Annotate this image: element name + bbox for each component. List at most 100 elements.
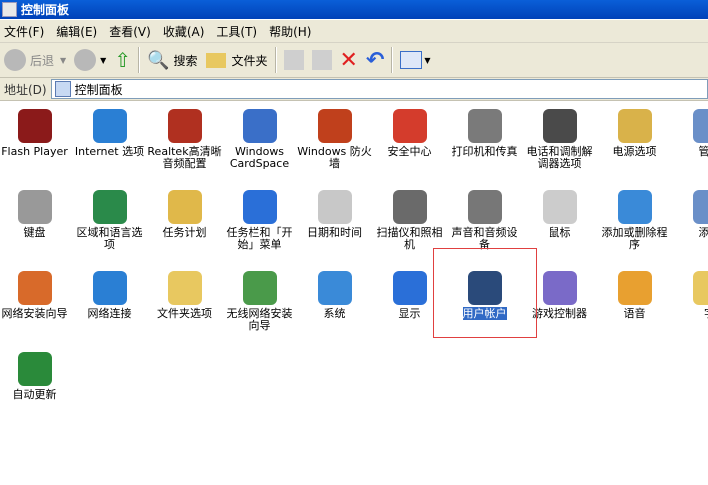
flash-icon — [17, 109, 52, 143]
menu-tools[interactable]: 工具(T) — [212, 23, 265, 40]
control-panel-item[interactable]: 电源选项 — [597, 103, 672, 158]
keyboard-icon — [17, 190, 52, 224]
fonts-folder-icon — [692, 271, 708, 305]
printer-icon — [467, 109, 502, 143]
shield-icon — [392, 109, 427, 143]
up-button[interactable]: ⇧ — [110, 46, 135, 74]
views-grid-icon — [400, 51, 423, 69]
menu-bar: 文件(F) 编辑(E) 查看(V) 收藏(A) 工具(T) 帮助(H) — [0, 20, 708, 43]
scanner-icon — [392, 190, 427, 224]
control-panel-item-label: 游戏控制器 — [532, 307, 587, 320]
control-panel-item-label: Flash Player — [1, 145, 68, 158]
control-panel-icon — [2, 2, 17, 17]
control-panel-item-label: 系统 — [323, 307, 346, 320]
firewall-icon — [317, 109, 352, 143]
back-button[interactable]: 后退 ▼ — [0, 46, 70, 74]
control-panel-item-label: 语音 — [623, 307, 646, 320]
forward-dropdown-icon[interactable]: ▼ — [100, 56, 106, 65]
system-icon — [317, 271, 352, 305]
region-globe-icon — [92, 190, 127, 224]
menu-help[interactable]: 帮助(H) — [265, 23, 319, 40]
control-panel-item[interactable]: Internet 选项 — [72, 103, 147, 158]
speaker-icon — [167, 109, 202, 143]
control-panel-item[interactable]: 日期和时间 — [297, 184, 372, 239]
control-panel-item[interactable]: 鼠标 — [522, 184, 597, 239]
control-panel-item[interactable]: Windows CardSpace — [222, 103, 297, 170]
control-panel-item-label: 网络连接 — [87, 307, 132, 320]
menu-edit[interactable]: 编辑(E) — [52, 23, 105, 40]
control-panel-item[interactable]: Realtek高清晰音频配置 — [147, 103, 222, 170]
control-panel-item[interactable]: 扫描仪和照相机 — [372, 184, 447, 251]
control-panel-item[interactable]: 网络连接 — [72, 265, 147, 320]
control-panel-item[interactable]: 任务栏和「开始」菜单 — [222, 184, 297, 251]
control-panel-item[interactable]: 键盘 — [0, 184, 72, 239]
control-panel-item-label: 文件夹选项 — [157, 307, 212, 320]
cardspace-icon — [242, 109, 277, 143]
network-setup-icon — [17, 271, 52, 305]
menu-file[interactable]: 文件(F) — [0, 23, 52, 40]
taskbar-icon — [242, 190, 277, 224]
search-button[interactable]: 🔍 搜索 — [143, 46, 201, 74]
control-panel-item[interactable]: 添加或删除程序 — [597, 184, 672, 251]
control-panel-item[interactable]: 任务计划 — [147, 184, 222, 239]
control-panel-item-label: 打印机和传真 — [451, 145, 518, 158]
folders-label: 文件夹 — [231, 53, 268, 68]
control-panel-item[interactable]: 添加 — [672, 184, 708, 239]
menu-favorites[interactable]: 收藏(A) — [159, 23, 213, 40]
control-panel-item[interactable]: Flash Player — [0, 103, 72, 158]
control-panel-item-label: 区域和语言选项 — [76, 226, 143, 251]
control-panel-item-label: 网络安装向导 — [1, 307, 68, 320]
views-dropdown-icon[interactable]: ▼ — [424, 56, 430, 65]
address-label: 地址(D) — [4, 82, 47, 97]
up-folder-icon: ⇧ — [114, 48, 132, 72]
control-panel-item[interactable]: 文件夹选项 — [147, 265, 222, 320]
control-panel-item[interactable]: 语音 — [597, 265, 672, 320]
control-panel-item-label: 电话和调制解调器选项 — [526, 145, 593, 170]
toolbar-divider — [138, 47, 141, 73]
gamepad-icon — [542, 271, 577, 305]
control-panel-item-label: 鼠标 — [548, 226, 571, 239]
control-panel-item-label: 安全中心 — [387, 145, 432, 158]
clock-icon — [317, 190, 352, 224]
folders-button[interactable]: 文件夹 — [202, 46, 272, 74]
control-panel-item[interactable]: 安全中心 — [372, 103, 447, 158]
network-globe-icon — [92, 271, 127, 305]
address-value: 控制面板 — [74, 82, 123, 97]
control-panel-item[interactable]: 管理 — [672, 103, 708, 158]
control-panel-item-label: 显示 — [398, 307, 421, 320]
menu-view[interactable]: 查看(V) — [105, 23, 159, 40]
control-panel-item[interactable]: 自动更新 — [0, 346, 72, 401]
control-panel-item-label: Realtek高清晰音频配置 — [147, 145, 222, 170]
control-panel-item[interactable]: 网络安装向导 — [0, 265, 72, 320]
toolbar-divider — [391, 47, 394, 73]
control-panel-item[interactable]: 字 — [672, 265, 708, 320]
delete-button[interactable]: ✕ — [336, 46, 362, 74]
control-panel-item-label: 任务栏和「开始」菜单 — [226, 226, 293, 251]
address-bar: 地址(D) 控制面板 — [0, 78, 708, 101]
control-panel-item-label: 管理 — [698, 145, 708, 158]
control-panel-item-label: Internet 选项 — [74, 145, 145, 158]
undo-icon: ↶ — [365, 47, 385, 73]
control-panel-item[interactable]: 电话和调制解调器选项 — [522, 103, 597, 170]
views-button[interactable]: ▼ — [396, 46, 434, 74]
control-panel-item-label: 电源选项 — [612, 145, 657, 158]
copy-to-button[interactable] — [308, 46, 336, 74]
address-field[interactable]: 控制面板 — [50, 79, 708, 99]
control-panel-items: Flash Player Internet 选项 Realtek高清晰音频配置 Win… — [0, 101, 708, 485]
control-panel-item-label: 添加 — [698, 226, 708, 239]
control-panel-item[interactable]: 无线网络安装向导 — [222, 265, 297, 332]
control-panel-item-label: 自动更新 — [12, 388, 57, 401]
control-panel-item[interactable]: 声音和音频设备 — [447, 184, 522, 251]
control-panel-item[interactable]: 打印机和传真 — [447, 103, 522, 158]
forward-button[interactable]: ▼ — [70, 46, 110, 74]
control-panel-item-label: 日期和时间 — [307, 226, 362, 239]
control-panel-item-label: 无线网络安装向导 — [226, 307, 293, 332]
move-to-button[interactable] — [280, 46, 308, 74]
back-dropdown-icon[interactable]: ▼ — [60, 56, 66, 65]
control-panel-item[interactable]: 系统 — [297, 265, 372, 320]
control-panel-item[interactable]: 区域和语言选项 — [72, 184, 147, 251]
control-panel-item[interactable]: Windows 防火墙 — [297, 103, 372, 170]
forward-arrow-icon — [74, 49, 97, 71]
undo-button[interactable]: ↶ — [362, 46, 388, 74]
add-remove-icon — [617, 190, 652, 224]
